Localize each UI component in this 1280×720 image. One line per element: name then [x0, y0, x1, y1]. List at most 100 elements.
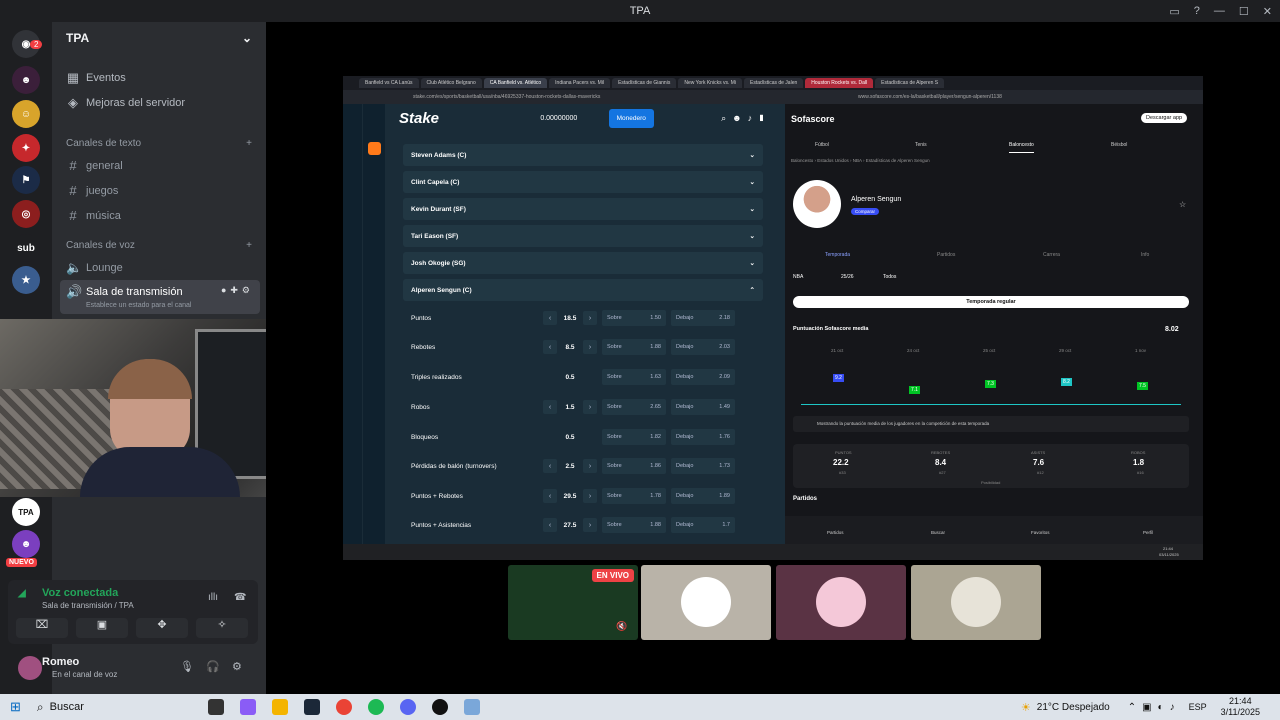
clock[interactable]: 21:44 3/11/2025: [1221, 696, 1260, 718]
matches-header[interactable]: Partidos: [793, 496, 817, 502]
under-button[interactable]: Debajo 1.49: [671, 399, 735, 415]
soundboard-button[interactable]: ✧: [196, 618, 248, 638]
channel-sala[interactable]: 🔊 Sala de transmisión Establece un estado…: [60, 280, 260, 314]
gear-icon[interactable]: ⚙: [232, 660, 242, 673]
over-button[interactable]: Sobre 1.88: [602, 517, 666, 533]
weather[interactable]: 21°C Despejado: [1037, 702, 1110, 713]
under-button[interactable]: Debajo 2.18: [671, 310, 735, 326]
over-button[interactable]: Sobre 2.65: [602, 399, 666, 415]
voice-channel[interactable]: Sala de transmisión / TPA: [42, 601, 134, 610]
help-icon[interactable]: ?: [1194, 5, 1200, 17]
browser-tab[interactable]: Houston Rockets vs. Dall: [805, 78, 874, 88]
server-icon[interactable]: ⚑: [12, 166, 40, 194]
participant-tile[interactable]: [776, 565, 906, 640]
server-tpa[interactable]: TPA: [12, 498, 40, 526]
server-icon[interactable]: ◎: [12, 200, 40, 228]
sports-icon[interactable]: [368, 142, 381, 155]
player-accordion[interactable]: Steven Adams (C) ⌄: [403, 144, 763, 166]
increase-button[interactable]: ›: [583, 400, 597, 414]
browser-tab[interactable]: Indiana Pacers vs. Mil: [549, 78, 611, 88]
under-button[interactable]: Debajo 1.76: [671, 429, 735, 445]
under-button[interactable]: Debajo 1.73: [671, 458, 735, 474]
server-icon[interactable]: ☺: [12, 100, 40, 128]
obs-icon[interactable]: [431, 699, 448, 715]
add-channel-icon[interactable]: +: [246, 138, 252, 149]
minimize-button[interactable]: —: [1214, 5, 1225, 17]
player-accordion[interactable]: Josh Okogie (SG) ⌄: [403, 252, 763, 274]
tab-matches[interactable]: Partidos: [937, 252, 955, 258]
compare-button[interactable]: Comparar: [851, 208, 880, 215]
stream-preview-tile[interactable]: EN VIVO 🔇: [508, 565, 638, 640]
player-accordion[interactable]: Clint Capela (C) ⌄: [403, 171, 763, 193]
server-icon[interactable]: ✦: [12, 134, 40, 162]
star-icon[interactable]: ☆: [1179, 200, 1186, 209]
file-explorer-icon[interactable]: [271, 699, 288, 715]
channel-general[interactable]: # general: [66, 158, 122, 173]
player-accordion-open[interactable]: Alperen Sengun (C) ⌃: [403, 279, 763, 301]
browser-tab[interactable]: New York Knicks vs. Mi: [678, 78, 743, 88]
tab-career[interactable]: Carrera: [1043, 252, 1060, 258]
over-button[interactable]: Sobre 1.50: [602, 310, 666, 326]
language[interactable]: ESP: [1189, 702, 1207, 712]
increase-button[interactable]: ›: [583, 340, 597, 354]
participant-tile[interactable]: [641, 565, 771, 640]
over-button[interactable]: Sobre 1.63: [602, 369, 666, 385]
under-button[interactable]: Debajo 2.09: [671, 369, 735, 385]
decrease-button[interactable]: ‹: [543, 518, 557, 532]
add-channel-icon[interactable]: +: [246, 240, 252, 251]
decrease-button[interactable]: ‹: [543, 340, 557, 354]
voice-settings-icon[interactable]: ıllı: [208, 592, 218, 603]
browser-tab[interactable]: CA Banfield vs. Atlético: [483, 78, 548, 88]
server-sub[interactable]: sub: [12, 234, 40, 262]
windows-start-icon[interactable]: ⊞: [10, 699, 21, 715]
sofa-logo[interactable]: Sofascore: [791, 114, 835, 124]
server-icon[interactable]: ☻: [12, 530, 40, 558]
status-hint[interactable]: Establece un estado para el canal: [86, 302, 191, 309]
over-button[interactable]: Sobre 1.86: [602, 458, 666, 474]
stake-balance[interactable]: 0.00000000: [540, 115, 577, 122]
browser-tab[interactable]: Estadísticas de Alperen S: [875, 78, 945, 88]
discord-icon[interactable]: [399, 699, 416, 715]
copilot-icon[interactable]: [239, 699, 256, 715]
under-button[interactable]: Debajo 1.89: [671, 488, 735, 504]
chrome-icon[interactable]: [335, 699, 352, 715]
increase-button[interactable]: ›: [583, 489, 597, 503]
app-icon[interactable]: [463, 699, 480, 715]
over-button[interactable]: Sobre 1.82: [602, 429, 666, 445]
browser-tab[interactable]: Club Atlético Belgrano: [420, 78, 482, 88]
nav-search[interactable]: Buscar: [931, 530, 945, 535]
decrease-button[interactable]: ‹: [543, 459, 557, 473]
wallet-button[interactable]: Monedero: [608, 108, 654, 128]
browser-tab[interactable]: Estadísticas de Giannis: [612, 78, 677, 88]
text-category[interactable]: Canales de texto +: [66, 138, 252, 149]
events-link[interactable]: ▦ Eventos: [66, 70, 126, 86]
nav-matches[interactable]: Partidos: [827, 530, 844, 535]
camera-off-button[interactable]: ⌧: [16, 618, 68, 638]
tab-info[interactable]: Info: [1141, 252, 1149, 258]
decrease-button[interactable]: ‹: [543, 400, 557, 414]
server-icon[interactable]: ★: [12, 266, 40, 294]
channel-juegos[interactable]: # juegos: [66, 183, 118, 198]
browser-tab[interactable]: Estadísticas de Jalen: [744, 78, 804, 88]
stake-url[interactable]: stake.com/es/sports/basketball/usa/nba/4…: [413, 94, 600, 100]
voice-category[interactable]: Canales de voz +: [66, 240, 252, 251]
sport-tab[interactable]: Fútbol: [815, 142, 829, 148]
task-view-icon[interactable]: [207, 699, 224, 715]
close-button[interactable]: ✕: [1263, 5, 1272, 18]
mic-icon[interactable]: 🎙: [180, 660, 194, 673]
server-header[interactable]: TPA ⌄: [52, 22, 266, 54]
sport-tab[interactable]: Béisbol: [1111, 142, 1127, 148]
increase-button[interactable]: ›: [583, 518, 597, 532]
tab-season[interactable]: Temporada: [825, 252, 850, 258]
under-button[interactable]: Debajo 1.7: [671, 517, 735, 533]
sport-tab[interactable]: Tenis: [915, 142, 927, 148]
nav-favorites[interactable]: Favoritos: [1031, 530, 1050, 535]
increase-button[interactable]: ›: [583, 459, 597, 473]
activities-button[interactable]: ✥: [136, 618, 188, 638]
participant-tile[interactable]: [911, 565, 1041, 640]
over-button[interactable]: Sobre 1.88: [602, 339, 666, 355]
player-accordion[interactable]: Kevin Durant (SF) ⌄: [403, 198, 763, 220]
over-button[interactable]: Sobre 1.78: [602, 488, 666, 504]
channel-musica[interactable]: # música: [66, 208, 120, 223]
under-button[interactable]: Debajo 2.03: [671, 339, 735, 355]
